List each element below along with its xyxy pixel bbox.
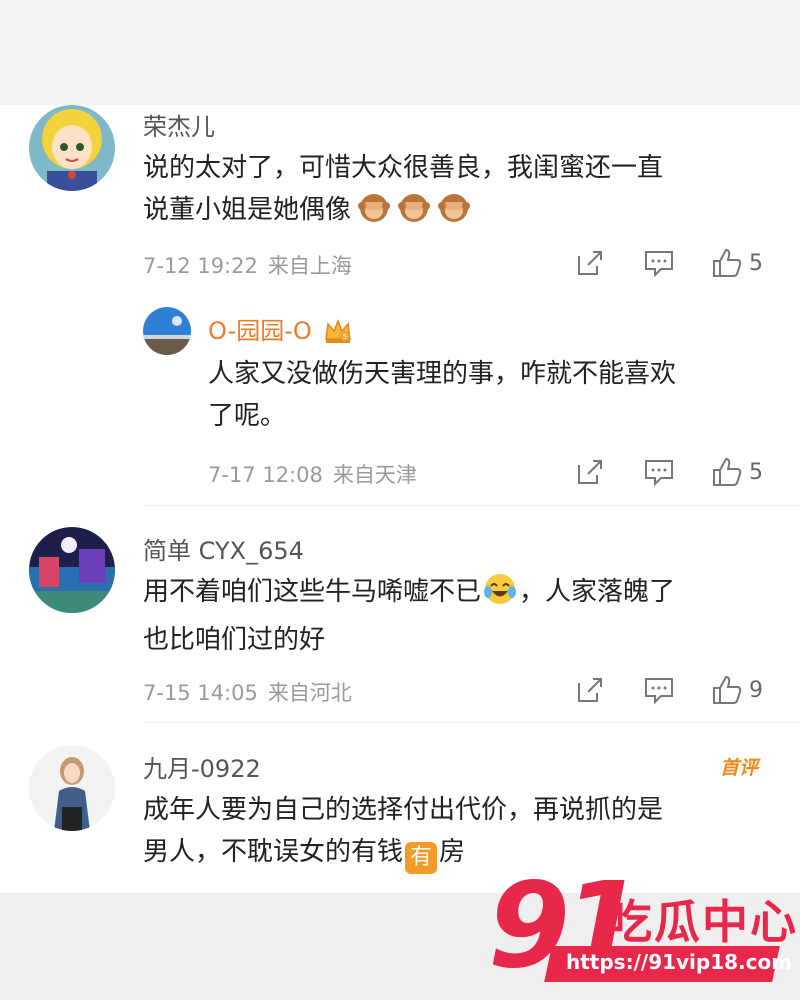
username[interactable]: 荣杰儿	[143, 107, 215, 142]
like-button[interactable]: 5	[711, 246, 763, 280]
you-character-icon: 有	[405, 842, 438, 874]
comment-text-line-part: 男人，不耽误女的有钱	[143, 837, 404, 867]
like-button[interactable]: 9	[711, 673, 763, 707]
reply-date: 7-17 12:08	[208, 463, 323, 487]
crown-icon: 5	[323, 317, 353, 351]
avatar[interactable]	[29, 105, 115, 191]
comment-text-line: 说的太对了，可惜大众很善良，我闺蜜还一直	[143, 153, 664, 183]
comment-location: 来自上海	[267, 254, 352, 278]
comment-list: 荣杰儿 说的太对了，可惜大众很善良，我闺蜜还一直 说董小姐是她偶像 7-12 1…	[0, 105, 800, 893]
comment-actions: 5	[575, 246, 795, 280]
username[interactable]: 简单 CYX_654	[143, 531, 304, 566]
comment-icon	[645, 251, 673, 278]
share-icon	[578, 460, 602, 484]
reply-meta: 7-17 12:08 来自天津	[208, 459, 417, 489]
share-icon	[578, 251, 602, 275]
reply-button[interactable]	[643, 455, 675, 489]
reply-avatar[interactable]	[143, 307, 191, 355]
reply-button[interactable]	[643, 673, 675, 707]
comment-text-line-part: 说董小姐是她偶像	[143, 195, 352, 225]
comment-icon	[645, 678, 673, 705]
laughing-crying-face-icon	[483, 572, 517, 619]
reply-text-line: 了呢。	[208, 401, 287, 431]
comment-text: 成年人要为自己的选择付出代价，再说抓的是 男人，不耽误女的有钱有房	[143, 789, 753, 874]
like-count: 9	[749, 677, 763, 703]
share-button[interactable]	[575, 673, 605, 707]
comment-text-line-part: 用不着咱们这些牛马唏嘘不已	[143, 577, 482, 607]
like-button[interactable]: 5	[711, 455, 763, 489]
comment-text: 说的太对了，可惜大众很善良，我闺蜜还一直 说董小姐是她偶像	[143, 147, 753, 237]
username[interactable]: 九月-0922	[143, 749, 261, 784]
comment-text-line: 说董小姐是她偶像	[143, 189, 753, 237]
you-character-text: 有	[410, 845, 433, 870]
see-no-evil-monkey-icon	[397, 190, 431, 237]
thumbs-up-icon	[713, 248, 742, 277]
comment-icon	[645, 460, 673, 487]
comment-text: 用不着咱们这些牛马唏嘘不已 ，人家落魄了 也比咱们过的好	[143, 571, 753, 661]
first-comment-badge: 首评	[720, 757, 759, 779]
top-background	[0, 0, 800, 105]
like-count: 5	[749, 250, 763, 276]
reply-text-line: 人家又没做伤天害理的事，咋就不能喜欢	[208, 359, 677, 389]
share-button[interactable]	[575, 455, 605, 489]
comment-meta: 7-15 14:05 来自河北	[143, 677, 352, 707]
see-no-evil-monkey-icon	[437, 190, 471, 237]
watermark-logo: 91 吃瓜中心 https://91vip18.com	[488, 856, 796, 994]
reply-username[interactable]: O-园园-O 5	[208, 311, 353, 351]
comment-meta: 7-12 19:22 来自上海	[143, 250, 352, 280]
comment-text-line: 用不着咱们这些牛马唏嘘不已 ，人家落魄了	[143, 571, 753, 619]
watermark-title: 吃瓜中心	[606, 895, 798, 949]
watermark-url: https://91vip18.com	[566, 950, 793, 974]
divider	[143, 722, 800, 723]
divider	[143, 505, 800, 506]
svg-text:5: 5	[343, 333, 347, 341]
reply-location: 来自天津	[332, 463, 417, 487]
comment-actions: 9	[575, 673, 795, 707]
avatar[interactable]	[29, 745, 115, 831]
like-count: 5	[749, 459, 763, 485]
thumbs-up-icon	[713, 457, 742, 486]
reply-actions: 5	[575, 455, 795, 489]
reply-username-text: O-园园-O	[208, 317, 312, 345]
reply-text: 人家又没做伤天害理的事，咋就不能喜欢 了呢。	[208, 353, 768, 437]
comment-text-line-part: 房	[439, 837, 466, 867]
comment-text-line: 成年人要为自己的选择付出代价，再说抓的是	[143, 795, 664, 825]
reply-button[interactable]	[643, 246, 675, 280]
comment-location: 来自河北	[267, 681, 352, 705]
comment-date: 7-12 19:22	[143, 254, 258, 278]
share-icon	[578, 678, 602, 702]
thumbs-up-icon	[713, 675, 742, 704]
share-button[interactable]	[575, 246, 605, 280]
comment-text-line: 也比咱们过的好	[143, 625, 326, 655]
comment-text-line-part: ，人家落魄了	[519, 577, 676, 607]
avatar[interactable]	[29, 527, 115, 613]
see-no-evil-monkey-icon	[357, 190, 391, 237]
comment-date: 7-15 14:05	[143, 681, 258, 705]
